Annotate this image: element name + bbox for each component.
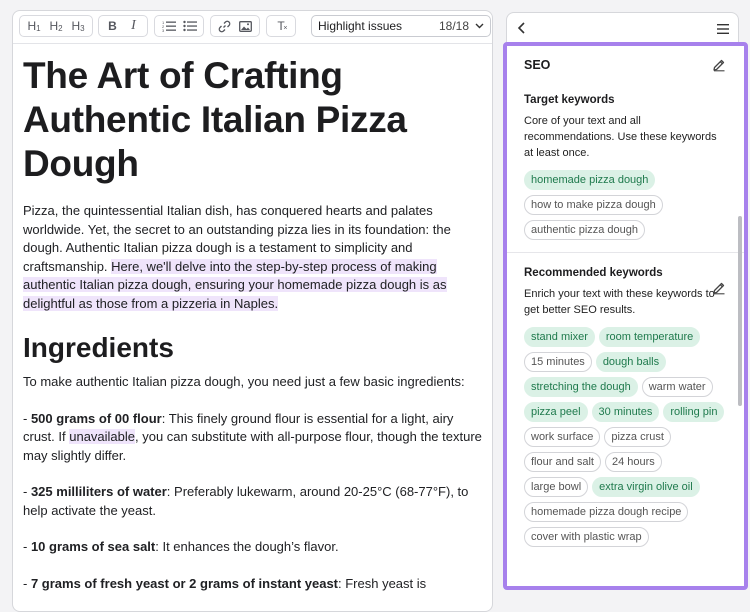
article-body[interactable]: The Art of Crafting Authentic Italian Pi… (13, 44, 492, 593)
heading-group: H1 H2 H3 (19, 15, 93, 37)
bullet-list-button[interactable] (179, 16, 200, 36)
keyword-chip[interactable]: rolling pin (663, 402, 725, 422)
keyword-chip[interactable]: how to make pizza dough (524, 195, 663, 215)
intro-paragraph: Pizza, the quintessential Italian dish, … (23, 202, 482, 313)
keyword-chip[interactable]: stretching the dough (524, 377, 638, 397)
heading-3-button[interactable]: H3 (67, 16, 89, 36)
highlight-issues-dropdown[interactable]: Highlight issues 18/18 (311, 15, 491, 37)
clear-formatting-icon: T × (277, 19, 288, 33)
keyword-chip[interactable]: pizza crust (604, 427, 671, 447)
chevron-down-icon (475, 23, 484, 29)
ingredient-item: - 325 milliliters of water: Preferably l… (23, 484, 469, 518)
recommended-keywords-list: stand mixer room temperature 15 minutes dou… (524, 327, 727, 547)
ingredients-intro: To make authentic Italian pizza dough, y… (23, 374, 465, 389)
target-keywords-title: Target keywords (524, 94, 615, 106)
article-title: The Art of Crafting Authentic Italian Pi… (23, 55, 407, 184)
keyword-chip[interactable]: work surface (524, 427, 601, 447)
italic-button[interactable]: I (123, 16, 144, 36)
keyword-chip[interactable]: cover with plastic wrap (524, 527, 649, 547)
link-button[interactable] (214, 16, 235, 36)
chevron-left-icon[interactable] (515, 20, 529, 36)
heading-2-button[interactable]: H2 (45, 16, 67, 36)
ordered-list-icon: 123 (162, 20, 176, 32)
keyword-chip[interactable]: dough balls (595, 352, 667, 372)
recommended-section: Recommended keywords Enrich your text wi… (507, 267, 744, 547)
text-style-group: B I (98, 15, 148, 37)
seo-section: SEO Target keywords Core of your text an… (507, 58, 744, 240)
list-group: 123 (154, 15, 204, 37)
clear-formatting-button[interactable]: T × (270, 16, 292, 36)
issues-count: 18/18 (438, 19, 469, 33)
bold-button[interactable]: B (102, 16, 123, 36)
keyword-chip[interactable]: homemade pizza dough recipe (524, 502, 689, 522)
recommended-keywords-title: Recommended keywords (524, 267, 663, 279)
bullet-list-icon (182, 20, 197, 32)
link-icon (218, 20, 231, 32)
image-button[interactable] (235, 16, 256, 36)
keyword-chip[interactable]: room temperature (598, 327, 701, 347)
ingredient-item: - 500 grams of 00 flour: This finely gro… (23, 410, 482, 463)
ingredient-item: - 10 grams of sea salt: It enhances the … (23, 539, 339, 554)
keyword-chip[interactable]: 30 minutes (591, 402, 660, 422)
ingredients-heading: Ingredients (23, 332, 174, 363)
pencil-icon[interactable] (712, 281, 726, 295)
target-keywords-description: Core of your text and all recommendation… (524, 115, 717, 159)
seo-title: SEO (524, 58, 551, 72)
keyword-chip[interactable]: flour and salt (524, 452, 601, 472)
highlight-issues-label: Highlight issues (318, 19, 403, 33)
keyword-chip[interactable]: warm water (641, 377, 713, 397)
keyword-chip[interactable]: 15 minutes (524, 352, 592, 372)
svg-text:3: 3 (162, 28, 165, 32)
seo-panel: SEO Target keywords Core of your text an… (503, 42, 748, 590)
clear-format-group: T × (266, 15, 296, 37)
pencil-icon[interactable] (712, 58, 726, 72)
divider (507, 252, 744, 253)
heading-1-button[interactable]: H1 (23, 16, 45, 36)
formatting-toolbar: H1 H2 H3 B I 123 T × Highlight issues 18… (13, 11, 492, 44)
ingredient-item: - 7 grams of fresh yeast or 2 grams of i… (23, 575, 427, 591)
recommended-keywords-description: Enrich your text with these keywords to … (524, 288, 715, 316)
highlighted-issue[interactable]: unavailable (69, 429, 136, 444)
keyword-chip[interactable]: large bowl (524, 477, 589, 497)
menu-icon[interactable] (716, 22, 730, 36)
keyword-chip[interactable]: homemade pizza dough (524, 170, 656, 190)
insert-group (210, 15, 260, 37)
panel-header (506, 12, 739, 46)
keyword-chip[interactable]: 24 hours (604, 452, 662, 472)
ordered-list-button[interactable]: 123 (158, 16, 179, 36)
keyword-chip[interactable]: extra virgin olive oil (592, 477, 700, 497)
keyword-chip[interactable]: stand mixer (524, 327, 595, 347)
target-keywords-list: homemade pizza dough how to make pizza do… (524, 170, 727, 240)
editor: H1 H2 H3 B I 123 T × Highlight issues 18… (12, 10, 493, 612)
image-icon (239, 20, 252, 32)
keyword-chip[interactable]: pizza peel (524, 402, 588, 422)
keyword-chip[interactable]: authentic pizza dough (524, 220, 646, 240)
